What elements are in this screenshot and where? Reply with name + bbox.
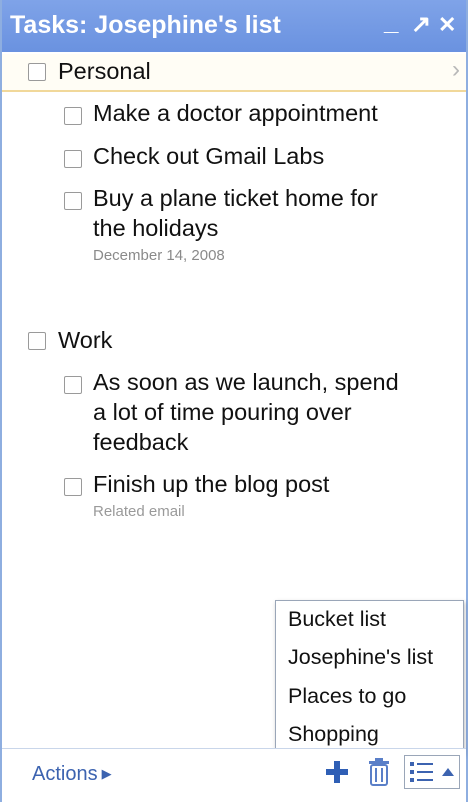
task-text-line: a lot of time pouring over — [93, 399, 352, 425]
list-name: Work — [58, 327, 113, 353]
window-title: Tasks: Josephine's list — [10, 11, 281, 39]
triangle-right-icon: ▶ — [101, 766, 112, 781]
actions-menu-button[interactable]: Actions ▶ — [32, 763, 112, 786]
add-task-icon[interactable] — [324, 759, 350, 790]
task-item[interactable]: Make a doctor appointment — [2, 98, 466, 136]
task-item[interactable]: Check out Gmail Labs — [2, 141, 466, 179]
list-header-personal[interactable]: Personal › — [2, 54, 466, 92]
related-email-link[interactable]: Related email — [93, 503, 185, 520]
actions-label: Actions — [32, 763, 98, 785]
tasks-window: Tasks: Josephine's list _ ↗ ✕ Personal ›… — [0, 0, 468, 802]
menu-item-shopping[interactable]: Shopping — [288, 722, 379, 747]
menu-item-josephines-list[interactable]: Josephine's list — [288, 645, 433, 670]
task-item[interactable]: Buy a plane ticket home for the holidays… — [2, 183, 466, 283]
title-bar[interactable]: Tasks: Josephine's list _ ↗ ✕ — [2, 0, 466, 52]
checkbox[interactable] — [64, 192, 82, 210]
due-date: December 14, 2008 — [93, 247, 225, 264]
list-switcher-menu: Bucket list Josephine's list Places to g… — [275, 600, 464, 754]
footer-toolbar: Actions ▶ — [2, 748, 466, 802]
checkbox[interactable] — [64, 376, 82, 394]
task-text-line: Buy a plane ticket home for — [93, 185, 378, 211]
task-item[interactable]: Finish up the blog post Related email — [2, 469, 466, 529]
task-text: Make a doctor appointment — [93, 100, 378, 126]
task-text: Check out Gmail Labs — [93, 143, 325, 169]
checkbox[interactable] — [64, 478, 82, 496]
checkbox[interactable] — [64, 107, 82, 125]
task-text-line: the holidays — [93, 215, 219, 241]
task-text-line: feedback — [93, 429, 189, 455]
delete-icon[interactable] — [367, 757, 391, 792]
switch-list-icon[interactable] — [404, 755, 460, 794]
checkbox[interactable] — [28, 63, 46, 81]
checkbox[interactable] — [28, 332, 46, 350]
chevron-right-icon[interactable]: › — [452, 56, 460, 84]
close-icon[interactable]: ✕ — [438, 10, 456, 40]
task-text: Finish up the blog post — [93, 471, 330, 497]
task-text-line: As soon as we launch, spend — [93, 369, 399, 395]
task-item[interactable]: As soon as we launch, spend a lot of tim… — [2, 367, 466, 461]
minimize-icon[interactable]: _ — [384, 6, 398, 36]
menu-item-places-to-go[interactable]: Places to go — [288, 684, 406, 709]
menu-item-bucket-list[interactable]: Bucket list — [288, 607, 386, 632]
popout-icon[interactable]: ↗ — [411, 10, 431, 40]
list-header-work[interactable]: Work — [2, 323, 466, 361]
checkbox[interactable] — [64, 150, 82, 168]
list-name: Personal — [58, 58, 151, 84]
